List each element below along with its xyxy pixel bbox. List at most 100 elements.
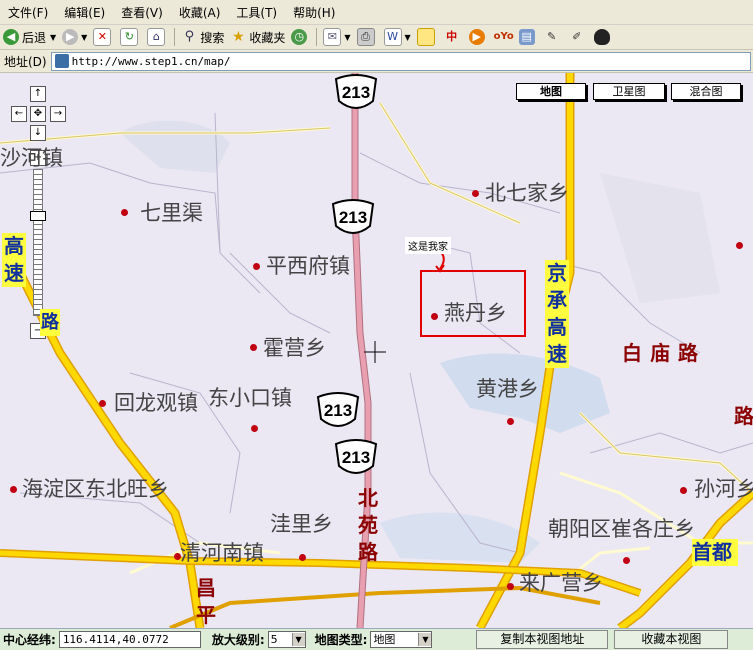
route-shield-213: 213 [334, 74, 378, 109]
save-view-button[interactable]: 收藏本视图 [614, 630, 729, 649]
edit-button[interactable]: W ▼ [381, 26, 414, 48]
place-dot [431, 313, 438, 320]
back-arrow-icon: ◀ [3, 29, 19, 45]
place-dot [253, 263, 260, 270]
menu-file[interactable]: 文件(F) [0, 4, 56, 21]
back-button[interactable]: ◀ 后退 ▼ [0, 26, 59, 48]
road-label-right: 路 [734, 404, 753, 428]
print-icon: ⎙ [356, 28, 375, 46]
zoom-slider-track[interactable] [33, 169, 43, 316]
refresh-button[interactable]: ↻ [117, 26, 144, 48]
place-label: 朝阳区崔各庄乡 [548, 517, 695, 541]
map-type-hybrid-button[interactable]: 混合图 [671, 83, 741, 100]
research-button[interactable]: ▤ [516, 26, 541, 48]
place-dot [250, 344, 257, 351]
place-dot [121, 209, 128, 216]
place-label: 沙河镇 [0, 146, 63, 170]
route-shield-213: 213 [334, 439, 378, 474]
messenger-button[interactable]: oYo [491, 26, 516, 48]
chinese-input-icon: 中 [446, 30, 458, 43]
place-label: 燕丹乡 [444, 301, 507, 325]
place-label: 海淀区东北旺乡 [22, 477, 169, 501]
research-icon: ▤ [518, 29, 535, 45]
address-bar: 地址(D) http://www.step1.cn/map/ [0, 50, 753, 73]
menu-help[interactable]: 帮助(H) [285, 4, 343, 21]
media-play-icon: ▶ [468, 29, 485, 45]
marker-label: 这是我家 [405, 237, 451, 254]
home-button[interactable]: ⌂ [144, 26, 171, 48]
svg-text:213: 213 [324, 401, 352, 420]
search-button[interactable]: ⚲ 搜索 [178, 26, 227, 48]
place-label: 来广营乡 [519, 571, 603, 595]
edit-dropdown-icon[interactable]: ▼ [405, 33, 411, 42]
svg-text:213: 213 [342, 448, 370, 467]
place-label: 北七家乡 [485, 181, 569, 205]
place-dot [507, 583, 514, 590]
map-type-map-button[interactable]: 地图 [516, 83, 586, 100]
place-dot [299, 554, 306, 561]
menu-bar: 文件(F) 编辑(E) 查看(V) 收藏(A) 工具(T) 帮助(H) [0, 0, 753, 25]
zoom-level-select[interactable]: 5 ▼ [267, 631, 306, 648]
forward-button[interactable]: ▶ ▼ [59, 26, 90, 48]
svg-text:213: 213 [339, 208, 367, 227]
stop-icon: ✕ [93, 28, 112, 46]
qq-button[interactable] [591, 26, 616, 48]
tool-button-1[interactable]: ✎ [541, 26, 566, 48]
history-icon: ◷ [291, 29, 308, 45]
messenger-icon: oYo [493, 31, 514, 42]
edit-icon: W [383, 28, 402, 46]
map-viewport[interactable]: 213 213 213 213 地图 卫星图 混合图 ↑ ← ✥ → ↓ + −… [0, 73, 753, 628]
place-dot [251, 425, 258, 432]
pan-down-button[interactable]: ↓ [30, 125, 46, 141]
stop-button[interactable]: ✕ [90, 26, 117, 48]
place-dot [680, 487, 687, 494]
route-shield-213: 213 [316, 392, 360, 427]
zoom-slider-thumb[interactable] [30, 211, 46, 221]
toolbar-separator [316, 28, 318, 46]
road-label-changping: 昌平 [196, 576, 216, 627]
note-button[interactable] [414, 26, 441, 48]
tool-button-2[interactable]: ✐ [566, 26, 591, 48]
pan-left-button[interactable]: ← [11, 106, 27, 122]
place-dot [623, 557, 630, 564]
back-dropdown-icon[interactable]: ▼ [50, 33, 56, 42]
highway-label-jingcheng: 京承高速 [545, 260, 569, 368]
place-dot [507, 418, 514, 425]
center-coord-field[interactable]: 116.4114,40.0772 [58, 631, 201, 648]
highway-label-left: 高速 [2, 233, 26, 287]
copy-view-url-button[interactable]: 复制本视图地址 [476, 630, 609, 649]
pen-icon: ✎ [547, 30, 557, 43]
address-url: http://www.step1.cn/map/ [71, 54, 231, 68]
print-button[interactable]: ⎙ [354, 26, 381, 48]
map-type-select[interactable]: 地图 ▼ [370, 631, 433, 648]
menu-tools[interactable]: 工具(T) [228, 4, 285, 21]
favorites-button[interactable]: ★ 收藏夹 [227, 26, 288, 48]
highway-label-lu: 路 [40, 309, 60, 336]
place-dot [736, 242, 743, 249]
history-button[interactable]: ◷ [288, 26, 313, 48]
pan-center-button[interactable]: ✥ [30, 106, 46, 122]
refresh-icon: ↻ [120, 28, 139, 46]
star-icon: ★ [232, 29, 245, 45]
mail-dropdown-icon[interactable]: ▼ [344, 33, 350, 42]
pan-up-button[interactable]: ↑ [30, 86, 46, 102]
translate-button[interactable]: 中 [441, 26, 466, 48]
address-label: 地址(D) [4, 54, 47, 69]
mail-button[interactable]: ✉ ▼ [320, 26, 353, 48]
menu-edit[interactable]: 编辑(E) [56, 4, 113, 21]
place-label: 霍营乡 [263, 336, 326, 360]
place-label: 孙河乡 [694, 477, 753, 501]
pan-right-button[interactable]: → [50, 106, 66, 122]
chevron-down-icon: ▼ [291, 633, 305, 646]
toolbar: ◀ 后退 ▼ ▶ ▼ ✕ ↻ ⌂ ⚲ 搜索 ★ 收藏夹 ◷ ✉ ▼ ⎙ W ▼ … [0, 25, 753, 50]
address-input[interactable]: http://www.step1.cn/map/ [50, 51, 751, 71]
menu-view[interactable]: 查看(V) [113, 4, 171, 21]
menu-favorites[interactable]: 收藏(A) [171, 4, 229, 21]
map-type-label: 地图类型: [314, 633, 368, 647]
map-type-satellite-button[interactable]: 卫星图 [593, 83, 665, 100]
page-icon [54, 54, 69, 68]
place-label: 黄港乡 [476, 377, 539, 401]
forward-dropdown-icon[interactable]: ▼ [81, 33, 87, 42]
media-button[interactable]: ▶ [466, 26, 491, 48]
road-label-baimiao: 白庙路 [622, 341, 698, 365]
